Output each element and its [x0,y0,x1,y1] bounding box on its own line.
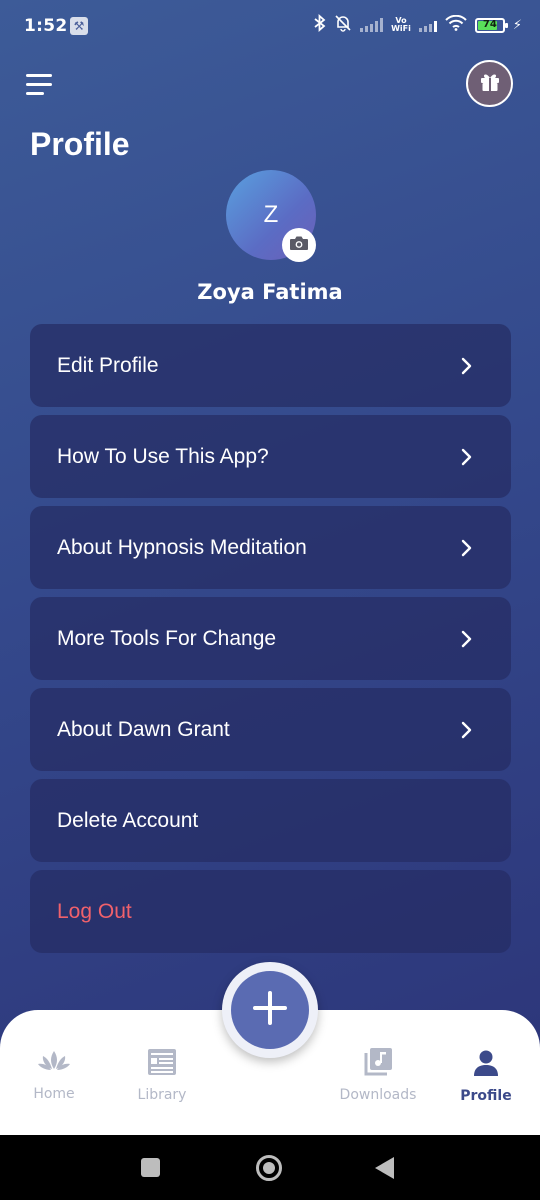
page-title: Profile [30,126,130,162]
menu-item-label: How To Use This App? [57,444,269,468]
menu-item-label: Edit Profile [57,353,159,377]
home-button[interactable] [256,1155,282,1181]
vowifi-bottom: WiFi [391,24,411,33]
change-photo-button[interactable] [282,228,316,262]
hamburger-line [26,92,44,95]
battery-icon: 74 [474,17,508,33]
person-icon [441,1048,531,1078]
menu-item-label: Log Out [57,899,132,923]
charging-icon: ⚡ [512,17,522,33]
signal-icon [360,18,384,32]
battery-level: 74 [482,18,497,30]
menu-item-label: More Tools For Change [57,626,277,650]
hamburger-icon [26,74,52,77]
chevron-right-icon [457,629,477,649]
menu-item-edit-profile[interactable]: Edit Profile [30,324,511,407]
nav-item-downloads[interactable]: Downloads [333,1047,423,1103]
plus-icon [252,990,288,1030]
hamburger-menu-button[interactable] [26,74,52,96]
profile-menu-list: Edit Profile How To Use This App? About … [30,324,511,961]
bell-muted-icon [334,14,352,36]
nav-label-downloads: Downloads [339,1087,417,1103]
user-name: Zoya Fatima [197,280,343,304]
nav-item-home[interactable]: Home [9,1046,99,1102]
menu-item-log-out[interactable]: Log Out [30,870,511,953]
nav-label-home: Home [33,1086,75,1102]
chevron-right-icon [457,538,477,558]
menu-item-label: About Dawn Grant [57,717,230,741]
signal-icon-2 [418,18,437,32]
vowifi-icon: Vo WiFi [391,17,411,33]
chevron-right-icon [457,447,477,467]
status-icons: Vo WiFi 74 ⚡ [314,13,522,36]
status-time: 1:52 [24,16,68,36]
menu-item-delete-account[interactable]: Delete Account [30,779,511,862]
profile-screen: 1:52 ⚒ Vo WiFi 74 ⚡ Profile Z Zoya Fatim… [0,0,540,1135]
menu-item-more-tools[interactable]: More Tools For Change [30,597,511,680]
gift-icon [479,71,501,97]
lotus-icon [9,1046,99,1076]
system-navigation-bar [0,1135,540,1200]
nav-label-profile: Profile [460,1088,512,1104]
nav-item-profile[interactable]: Profile [441,1048,531,1104]
menu-item-label: About Hypnosis Meditation [57,535,307,559]
avatar-initial: Z [263,201,279,228]
back-button[interactable] [375,1157,394,1179]
recents-button[interactable] [141,1158,160,1177]
menu-item-about-dawn-grant[interactable]: About Dawn Grant [30,688,511,771]
nav-label-library: Library [137,1087,187,1103]
chevron-right-icon [457,356,477,376]
wrench-icon: ⚒ [70,17,88,35]
music-library-icon [333,1047,423,1077]
menu-item-about-hypnosis[interactable]: About Hypnosis Meditation [30,506,511,589]
menu-item-how-to-use[interactable]: How To Use This App? [30,415,511,498]
wifi-icon [445,14,467,35]
chevron-right-icon [457,720,477,740]
status-bar: 1:52 ⚒ Vo WiFi 74 ⚡ [0,0,540,52]
nav-item-library[interactable]: Library [117,1047,207,1103]
add-button[interactable] [231,971,309,1049]
gift-button[interactable] [466,60,513,107]
library-icon [117,1047,207,1077]
menu-item-label: Delete Account [57,808,199,832]
bluetooth-icon [314,13,326,36]
hamburger-line [26,83,52,86]
camera-icon [289,235,309,255]
